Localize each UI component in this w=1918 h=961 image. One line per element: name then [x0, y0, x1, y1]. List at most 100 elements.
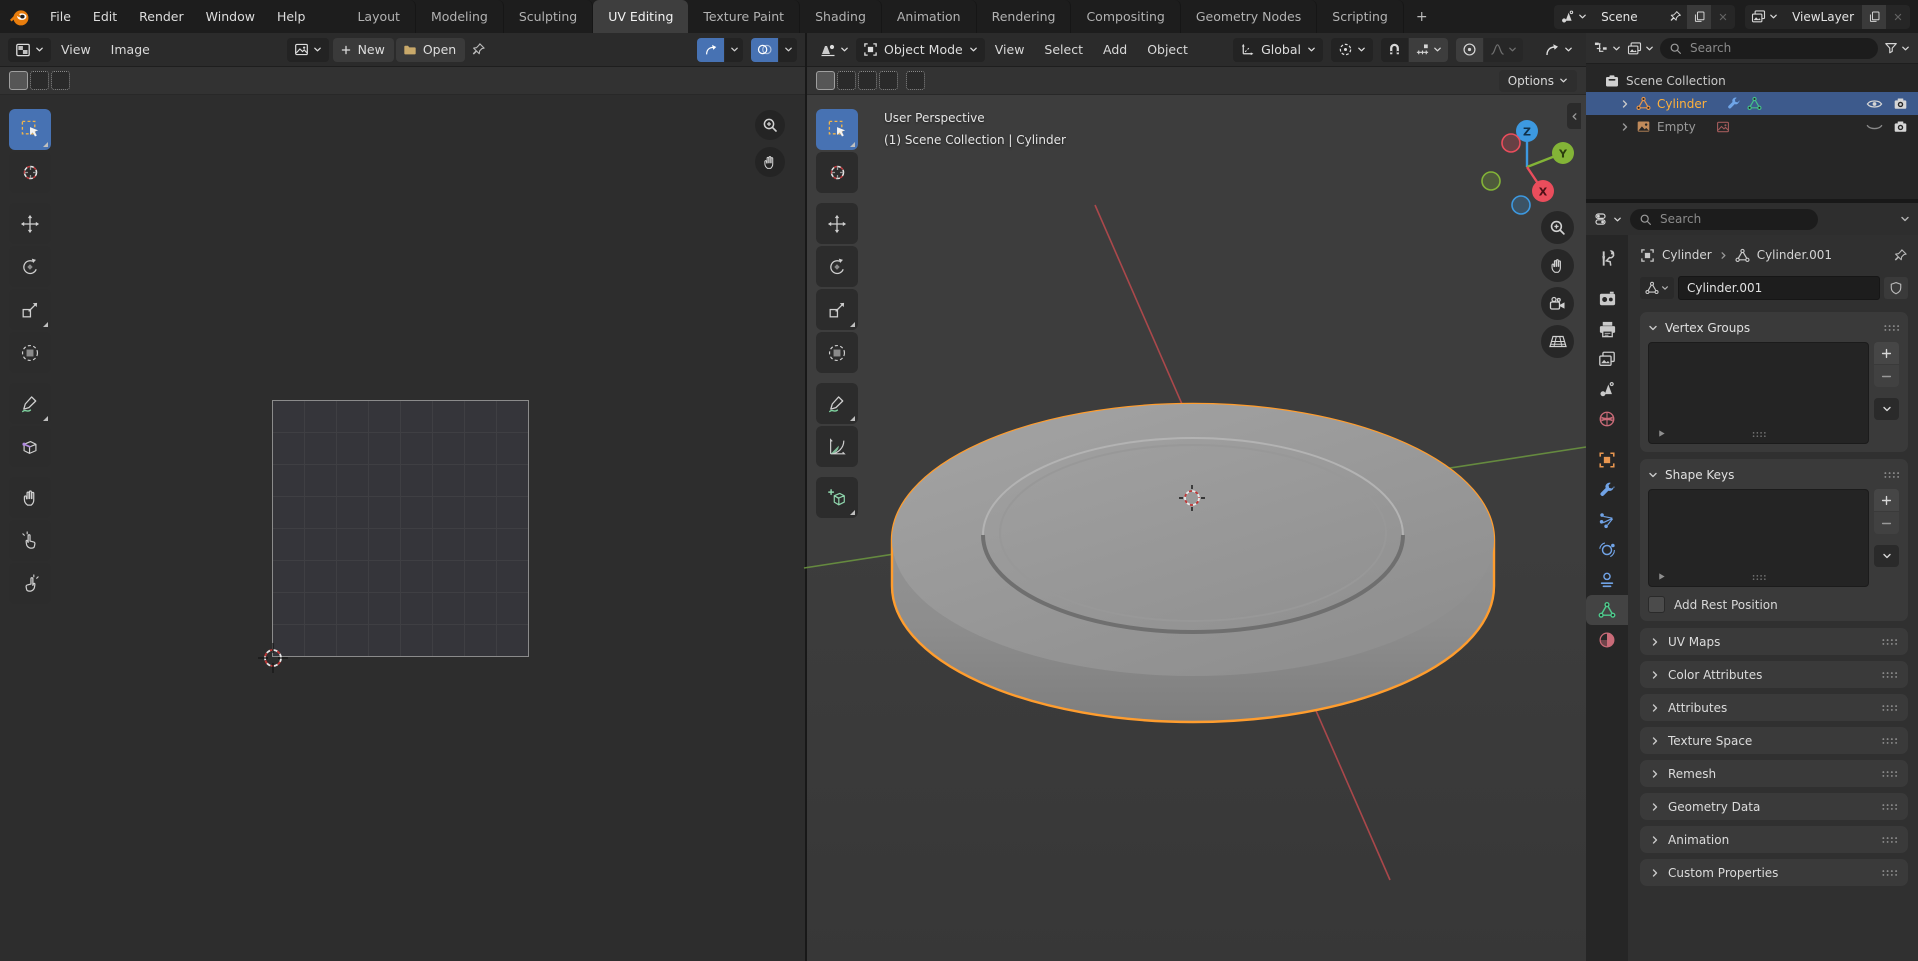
remove-shape-key-button[interactable] [1874, 512, 1899, 534]
panel-geometry-data[interactable]: Geometry Data [1640, 793, 1908, 820]
add-vertex-group-button[interactable] [1874, 342, 1899, 364]
shape-keys-header[interactable]: Shape Keys [1648, 463, 1900, 487]
panel-custom-properties[interactable]: Custom Properties [1640, 859, 1908, 886]
outliner-filter-button[interactable] [1884, 41, 1910, 55]
overlays-dropdown-button[interactable] [779, 38, 797, 62]
properties-search[interactable] [1630, 209, 1818, 230]
new-image-button[interactable]: New [333, 38, 394, 62]
workspace-tab-uv-editing[interactable]: UV Editing [593, 0, 688, 33]
select-mode-subtract-button[interactable] [858, 71, 877, 90]
tab-view-layer[interactable] [1586, 344, 1628, 374]
scene-name[interactable]: Scene [1593, 10, 1663, 24]
expand-icon[interactable] [1620, 99, 1630, 109]
shape-key-specials-button[interactable] [1874, 545, 1899, 567]
vp-pan-button[interactable] [1541, 249, 1574, 282]
view-layer-browse-button[interactable] [1745, 5, 1784, 29]
viewport-editor-type-button[interactable] [813, 38, 856, 62]
delete-scene-button[interactable] [1711, 5, 1735, 29]
shape-keys-list[interactable] [1648, 489, 1869, 587]
gizmo-y-negative[interactable] [1482, 172, 1500, 190]
fake-user-button[interactable] [1884, 277, 1908, 299]
menu-window[interactable]: Window [195, 1, 266, 33]
expand-icon[interactable] [1620, 122, 1630, 132]
viewport-scene[interactable] [807, 93, 1586, 961]
modifier-wrench-icon[interactable] [1727, 97, 1741, 111]
select-mode-new-button[interactable] [816, 71, 835, 90]
uv-canvas-grid[interactable] [272, 400, 529, 657]
vp-menu-select[interactable]: Select [1034, 42, 1093, 57]
menu-file[interactable]: File [39, 1, 82, 33]
remove-vertex-group-button[interactable] [1874, 365, 1899, 387]
open-image-button[interactable]: Open [396, 38, 465, 62]
list-expand-icon[interactable] [1657, 429, 1666, 438]
outliner-row-cylinder[interactable]: Cylinder [1586, 92, 1918, 115]
annotate-tool[interactable] [816, 383, 858, 424]
snap-toggle-button[interactable] [1381, 38, 1408, 62]
rip-region-tool[interactable] [9, 426, 51, 467]
panel-grip-icon[interactable] [1881, 770, 1898, 778]
overlays-toggle-button[interactable] [751, 38, 778, 62]
cylinder-object[interactable] [892, 404, 1494, 722]
workspace-tab-scripting[interactable]: Scripting [1317, 0, 1404, 33]
uv-pan-button[interactable] [755, 147, 785, 177]
add-workspace-button[interactable]: + [1404, 0, 1440, 33]
move-tool[interactable] [816, 203, 858, 244]
gizmos-dropdown-button[interactable] [725, 38, 743, 62]
gizmo-x-negative[interactable] [1502, 134, 1520, 152]
mesh-name-field[interactable] [1678, 276, 1880, 300]
outliner-display-mode-button[interactable] [1594, 41, 1621, 56]
list-resize-grip-icon[interactable] [1751, 574, 1766, 581]
tab-tool[interactable] [1586, 243, 1628, 273]
tab-scene[interactable] [1586, 374, 1628, 404]
cursor-tool[interactable] [816, 152, 858, 193]
render-visibility-icon[interactable] [1893, 96, 1908, 111]
outliner-search-input[interactable] [1688, 40, 1869, 56]
tab-object-data[interactable] [1586, 595, 1628, 625]
cursor-tool[interactable] [9, 152, 51, 193]
outliner-scope-button[interactable] [1627, 41, 1654, 56]
breadcrumb-data[interactable]: Cylinder.001 [1757, 248, 1832, 262]
vp-menu-add[interactable]: Add [1093, 42, 1137, 57]
tab-constraints[interactable] [1586, 565, 1628, 595]
vp-menu-object[interactable]: Object [1137, 42, 1198, 57]
proportional-falloff-button[interactable] [1484, 38, 1523, 62]
panel-uv-maps[interactable]: UV Maps [1640, 628, 1908, 655]
tab-object[interactable] [1586, 445, 1628, 475]
mesh-data-icon[interactable] [1747, 96, 1762, 111]
panel-grip-icon[interactable] [1883, 471, 1900, 479]
panel-animation[interactable]: Animation [1640, 826, 1908, 853]
blender-logo-icon[interactable] [9, 6, 31, 28]
pan-hand-tool[interactable] [9, 477, 51, 518]
outliner-row-empty[interactable]: Empty [1586, 115, 1918, 138]
image-data-icon[interactable] [1716, 120, 1730, 134]
list-expand-icon[interactable] [1657, 572, 1666, 581]
select-mode-invert-button[interactable] [879, 71, 898, 90]
new-scene-button[interactable] [1687, 5, 1711, 29]
options-dropdown-button[interactable]: Options [1499, 70, 1577, 92]
select-mode-extend-button[interactable] [30, 71, 49, 90]
visibility-dropdown-button[interactable] [1537, 38, 1580, 62]
select-mode-intersect-button[interactable] [906, 71, 925, 90]
workspace-tab-modeling[interactable]: Modeling [416, 0, 504, 33]
annotate-tool[interactable] [9, 383, 51, 424]
panel-grip-icon[interactable] [1881, 737, 1898, 745]
vp-menu-view[interactable]: View [985, 42, 1035, 57]
tab-render[interactable] [1586, 284, 1628, 314]
workspace-tab-geometry-nodes[interactable]: Geometry Nodes [1181, 0, 1317, 33]
transform-tool[interactable] [816, 332, 858, 373]
region-collapse-button[interactable] [1567, 103, 1581, 129]
menu-edit[interactable]: Edit [82, 1, 128, 33]
gesture-tool-2[interactable] [9, 563, 51, 604]
tab-world[interactable] [1586, 404, 1628, 434]
render-visibility-icon[interactable] [1893, 119, 1908, 134]
scale-tool[interactable] [9, 289, 51, 330]
breadcrumb-object[interactable]: Cylinder [1662, 248, 1712, 262]
add-cube-tool[interactable] [816, 477, 858, 518]
delete-view-layer-button[interactable] [1886, 5, 1910, 29]
workspace-tab-rendering[interactable]: Rendering [977, 0, 1072, 33]
panel-grip-icon[interactable] [1881, 671, 1898, 679]
outliner-search[interactable] [1660, 38, 1878, 59]
properties-search-input[interactable] [1658, 211, 1809, 227]
properties-editor-type-button[interactable] [1594, 211, 1622, 227]
uv-editor-type-button[interactable] [8, 38, 51, 62]
